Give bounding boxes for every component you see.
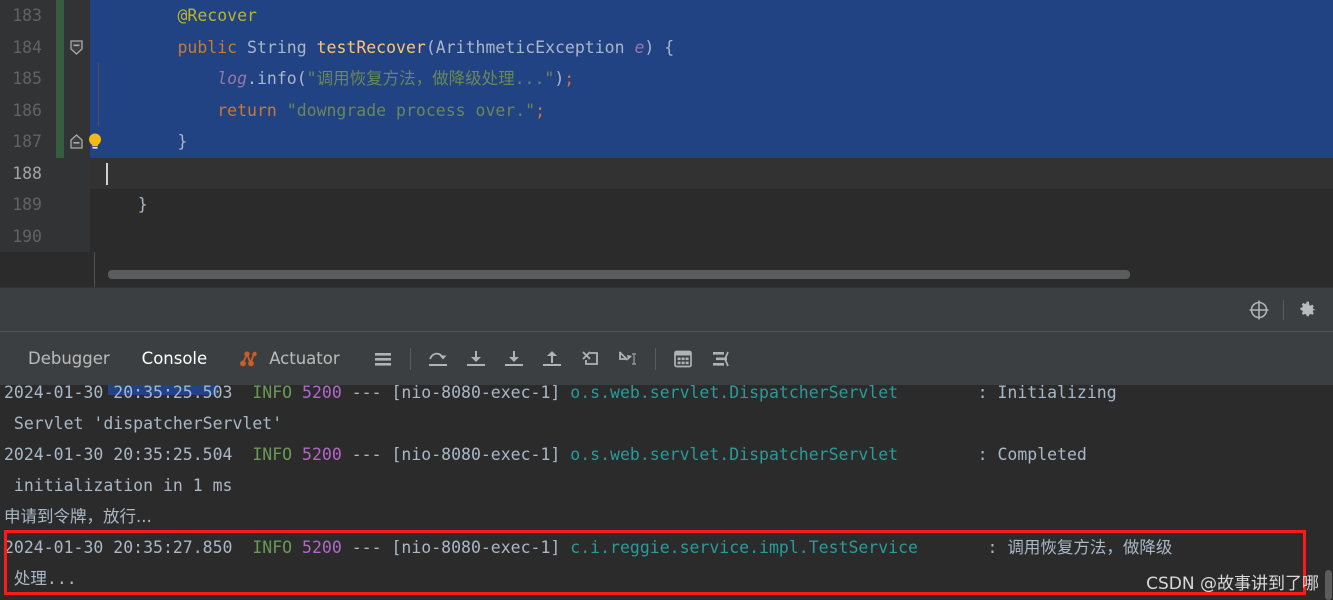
editor-line[interactable]: 188 (0, 157, 1333, 189)
line-number: 189 (0, 189, 56, 221)
code-text[interactable] (98, 220, 1333, 252)
code-text[interactable]: } (98, 126, 1333, 158)
gutter-edge (90, 157, 98, 189)
panel-top-bar (0, 287, 1333, 332)
gutter-edge (90, 0, 98, 32)
gutter-markers[interactable] (64, 31, 90, 63)
console-output[interactable]: 2024-01-30 20:35:25.503 INFO 5200 --- [n… (0, 385, 1333, 600)
gutter-edge (90, 94, 98, 126)
evaluate-expression-icon[interactable] (666, 342, 700, 376)
toolbar-divider (409, 347, 411, 370)
code-text[interactable] (98, 157, 1333, 189)
drop-frame-icon[interactable] (573, 342, 607, 376)
console-line[interactable]: 处理... (0, 563, 1333, 594)
tab-actuator-label: Actuator (269, 348, 340, 368)
line-number: 186 (0, 94, 56, 126)
tab-debugger-label: Debugger (28, 348, 110, 368)
step-over-icon[interactable] (421, 342, 455, 376)
tab-actuator[interactable]: Actuator (223, 339, 355, 379)
console-line[interactable]: 2024-01-30 20:35:25.504 INFO 5200 --- [n… (0, 439, 1333, 470)
editor-line[interactable]: 186 return "downgrade process over."; (0, 94, 1333, 126)
gutter-separator (94, 252, 95, 287)
vcs-change-marker (56, 94, 64, 126)
gutter-markers[interactable] (64, 220, 90, 252)
code-text[interactable]: public String testRecover(ArithmeticExce… (98, 31, 1333, 63)
editor-hscroll-thumb[interactable] (108, 270, 1130, 279)
gutter-edge (90, 31, 98, 63)
run-to-cursor-icon[interactable] (611, 342, 645, 376)
console-line-highlighted[interactable]: 2024-01-30 20:35:27.850 INFO 5200 --- [n… (0, 532, 1333, 563)
line-number: 183 (0, 0, 56, 32)
console-line[interactable]: Servlet 'dispatcherServlet' (0, 408, 1333, 439)
threads-and-variables-icon[interactable] (704, 342, 738, 376)
line-number: 185 (0, 63, 56, 95)
gutter-edge (90, 189, 98, 221)
target-icon[interactable] (1242, 293, 1276, 327)
line-number: 188 (0, 157, 56, 189)
debug-panel-tabbar[interactable]: Debugger Console Actuator (0, 331, 1333, 385)
gutter-edge (90, 63, 98, 95)
indent-guide (98, 94, 99, 126)
code-text[interactable]: @Recover (98, 0, 1333, 32)
console-lines[interactable]: 2024-01-30 20:35:25.503 INFO 5200 --- [n… (0, 385, 1333, 594)
gutter-markers[interactable] (64, 63, 90, 95)
vcs-change-marker (56, 157, 64, 189)
fold-expand-icon[interactable] (69, 134, 84, 149)
ide-window: 183 @Recover 184 public String testRecove… (0, 0, 1333, 600)
gutter-markers[interactable] (64, 189, 90, 221)
gutter-markers[interactable] (64, 0, 90, 32)
actuator-icon (239, 349, 261, 369)
editor-horizontal-scrollbar[interactable] (98, 270, 1333, 279)
step-into-icon[interactable] (459, 342, 493, 376)
panel-top-icon-group (1242, 288, 1325, 332)
line-number: 190 (0, 220, 56, 252)
toolbar-divider (654, 347, 656, 370)
editor-line[interactable]: 185 log.info("调用恢复方法，做降级处理..."); (0, 63, 1333, 95)
gear-icon[interactable] (1291, 293, 1325, 327)
vcs-change-marker (56, 63, 64, 95)
editor-line[interactable]: 190 (0, 220, 1333, 252)
editor-lines[interactable]: 183 @Recover 184 public String testRecove… (0, 0, 1333, 252)
watermark: CSDN @故事讲到了哪 (1146, 574, 1319, 594)
code-text[interactable]: return "downgrade process over."; (98, 94, 1333, 126)
gutter-markers[interactable] (64, 126, 101, 158)
toolbar-divider (1283, 300, 1284, 320)
console-line[interactable]: 申请到令牌，放行... (0, 501, 1333, 532)
gutter-markers[interactable] (64, 157, 90, 189)
editor-line[interactable]: 183 @Recover (0, 0, 1333, 32)
tab-debugger[interactable]: Debugger (12, 339, 126, 379)
layout-settings-icon[interactable] (366, 342, 400, 376)
text-caret (106, 162, 108, 185)
gutter-edge (90, 220, 98, 252)
code-editor[interactable]: 183 @Recover 184 public String testRecove… (0, 0, 1333, 287)
tab-console-label: Console (141, 348, 208, 368)
tab-console[interactable]: Console (126, 339, 224, 379)
fold-collapse-icon[interactable] (69, 39, 84, 55)
editor-line[interactable]: 189 } (0, 189, 1333, 221)
line-number: 187 (0, 126, 56, 158)
step-out-icon[interactable] (535, 342, 569, 376)
code-text[interactable]: } (98, 189, 1333, 221)
intention-bulb-icon[interactable] (86, 132, 104, 151)
code-text[interactable]: log.info("调用恢复方法，做降级处理..."); (98, 63, 1333, 95)
vcs-change-marker (56, 220, 64, 252)
vcs-change-marker (56, 189, 64, 221)
indent-guide (98, 63, 99, 95)
console-line[interactable]: initialization in 1 ms (0, 470, 1333, 501)
vcs-change-marker (56, 126, 64, 158)
vcs-change-marker (56, 0, 64, 32)
line-number: 184 (0, 31, 56, 63)
gutter-markers[interactable] (64, 94, 90, 126)
editor-line[interactable]: 184 public String testRecover(Arithmetic… (0, 31, 1333, 63)
console-line[interactable]: 2024-01-30 20:35:25.503 INFO 5200 --- [n… (0, 385, 1333, 408)
vcs-change-marker (56, 31, 64, 63)
console-vertical-scrollbar[interactable] (1325, 570, 1332, 600)
editor-line[interactable]: 187 } (0, 126, 1333, 158)
force-step-into-icon[interactable] (497, 342, 531, 376)
